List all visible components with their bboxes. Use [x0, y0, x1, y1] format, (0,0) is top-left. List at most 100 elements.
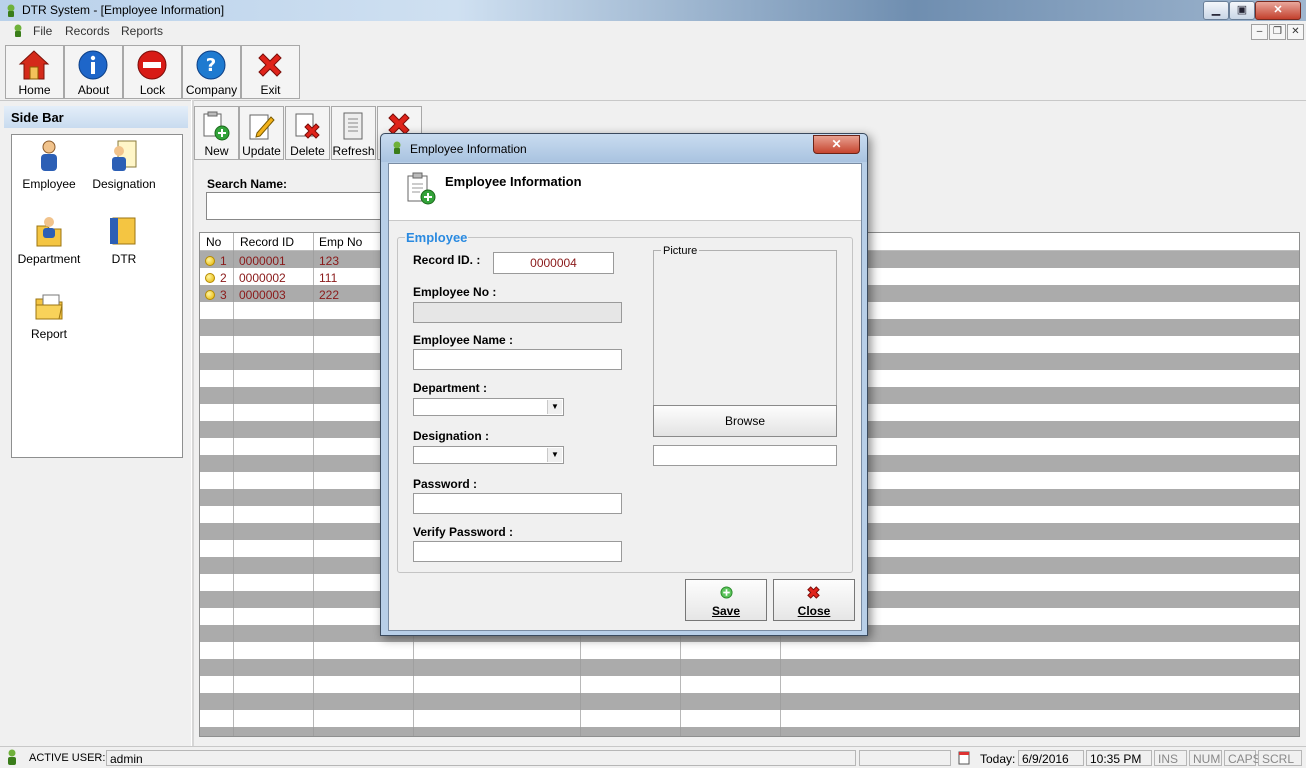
status-bar: ACTIVE USER: admin Today: 6/9/2016 10:35…: [0, 746, 1306, 768]
cell-emp-no: 123: [319, 254, 340, 268]
column-header-record-id[interactable]: Record ID: [240, 235, 294, 249]
exit-label: Exit: [260, 83, 281, 97]
new-label: New: [204, 144, 229, 158]
record-id-field[interactable]: 0000004: [493, 252, 614, 274]
cell-record-id: 0000002: [239, 271, 286, 285]
search-label: Search Name:: [207, 177, 288, 191]
sidebar-item-designation[interactable]: Designation: [89, 139, 159, 191]
sidebar-item-department[interactable]: Department: [14, 214, 84, 266]
lock-label: Lock: [139, 83, 166, 97]
sidebar-item-label: Employee: [22, 177, 76, 191]
save-label: Save: [711, 604, 741, 618]
window-title: DTR System - [Employee Information]: [22, 3, 225, 17]
verify-password-label: Verify Password :: [413, 525, 514, 539]
company-label: Company: [185, 83, 238, 97]
chevron-down-icon[interactable]: ▼: [547, 448, 562, 462]
mdi-restore-button[interactable]: ❐: [1269, 24, 1286, 40]
designation-icon: [112, 140, 137, 171]
ins-indicator: INS: [1154, 750, 1187, 766]
picture-path-field[interactable]: [653, 445, 837, 466]
status-spacer: [859, 750, 951, 766]
home-button[interactable]: Home: [5, 45, 64, 99]
app-icon: [393, 141, 401, 154]
active-user-label: ACTIVE USER:: [29, 752, 106, 764]
delete-icon: [295, 113, 320, 139]
password-label: Password :: [413, 477, 478, 491]
time-value: 10:35 PM: [1086, 750, 1152, 766]
user-icon: [8, 749, 16, 765]
designation-select[interactable]: ▼: [413, 446, 564, 464]
employee-name-field[interactable]: [413, 349, 622, 370]
menu-records[interactable]: Records: [65, 24, 110, 38]
new-button[interactable]: New: [194, 106, 239, 160]
cell-no: 3: [220, 288, 227, 302]
about-button[interactable]: About: [64, 45, 123, 99]
dtr-icon: [110, 217, 136, 245]
sidebar-item-dtr[interactable]: DTR: [89, 214, 159, 266]
sidebar-item-employee[interactable]: Employee: [14, 139, 84, 191]
mdi-minimize-button[interactable]: –: [1251, 24, 1268, 40]
menu-reports[interactable]: Reports: [121, 24, 163, 38]
mdi-close-button[interactable]: ✕: [1287, 24, 1304, 40]
menu-file[interactable]: File: [33, 24, 52, 38]
dialog-title-bar[interactable]: Employee Information ✕: [381, 134, 867, 162]
browse-button[interactable]: Browse: [653, 405, 837, 437]
cell-emp-no: 111: [319, 271, 338, 285]
department-select[interactable]: ▼: [413, 398, 564, 416]
column-header-emp-no[interactable]: Emp No: [319, 235, 362, 249]
add-icon: [720, 586, 733, 599]
employee-name-label: Employee Name :: [413, 333, 514, 347]
help-icon: ?: [196, 50, 226, 80]
picture-label: Picture: [661, 245, 700, 257]
close-x-icon: [258, 53, 282, 77]
chevron-down-icon[interactable]: ▼: [547, 400, 562, 414]
close-button[interactable]: Close: [773, 579, 855, 621]
cell-record-id: 0000001: [239, 254, 286, 268]
employee-group-label: Employee: [405, 230, 469, 245]
window-title-bar: DTR System - [Employee Information] ▁ ▣ …: [0, 0, 1306, 21]
employee-no-field[interactable]: [413, 302, 622, 323]
report-folder-icon: [35, 294, 63, 320]
sidebar-item-report[interactable]: Report: [14, 289, 84, 341]
dialog-close-button[interactable]: ✕: [813, 135, 860, 154]
main-toolbar: Home About Lock ? Company Exit: [0, 42, 1306, 101]
row-bullet-icon: [205, 256, 215, 266]
dialog-body: Employee Information Employee Record ID.…: [388, 163, 862, 631]
exit-button[interactable]: Exit: [241, 45, 300, 99]
password-field[interactable]: [413, 493, 622, 514]
employee-no-label: Employee No :: [413, 285, 497, 299]
department-icon: [36, 217, 62, 247]
save-button[interactable]: Save: [685, 579, 767, 621]
caps-indicator: CAPS: [1224, 750, 1261, 766]
close-window-button[interactable]: ✕: [1255, 1, 1301, 20]
splitter[interactable]: [191, 100, 194, 746]
refresh-button[interactable]: Refresh: [331, 106, 376, 160]
maximize-button[interactable]: ▣: [1229, 1, 1255, 20]
num-indicator: NUM: [1189, 750, 1222, 766]
employee-information-dialog: Employee Information ✕ Employee Informat…: [380, 133, 868, 636]
update-button[interactable]: Update: [239, 106, 284, 160]
minimize-button[interactable]: ▁: [1203, 1, 1229, 20]
edit-icon: [249, 114, 275, 140]
record-id-label: Record ID. :: [413, 253, 481, 267]
dialog-heading: Employee Information: [445, 174, 582, 189]
no-entry-icon: [137, 50, 167, 80]
app-icon: [14, 24, 22, 37]
verify-password-field[interactable]: [413, 541, 622, 562]
refresh-label: Refresh: [332, 144, 375, 158]
lock-button[interactable]: Lock: [123, 45, 182, 99]
home-icon: [18, 50, 50, 80]
today-label: Today:: [980, 752, 1016, 766]
about-label: About: [77, 83, 110, 97]
sidebar-item-label: Designation: [92, 177, 156, 191]
employee-icon: [41, 140, 57, 171]
column-header-no[interactable]: No: [206, 235, 221, 249]
company-button[interactable]: ? Company: [182, 45, 241, 99]
row-bullet-icon: [205, 273, 215, 283]
home-label: Home: [18, 83, 51, 97]
delete-button[interactable]: Delete: [285, 106, 330, 160]
search-input[interactable]: [206, 192, 384, 220]
calendar-icon: [958, 751, 970, 765]
info-icon: [78, 50, 108, 80]
delete-label: Delete: [290, 144, 325, 158]
